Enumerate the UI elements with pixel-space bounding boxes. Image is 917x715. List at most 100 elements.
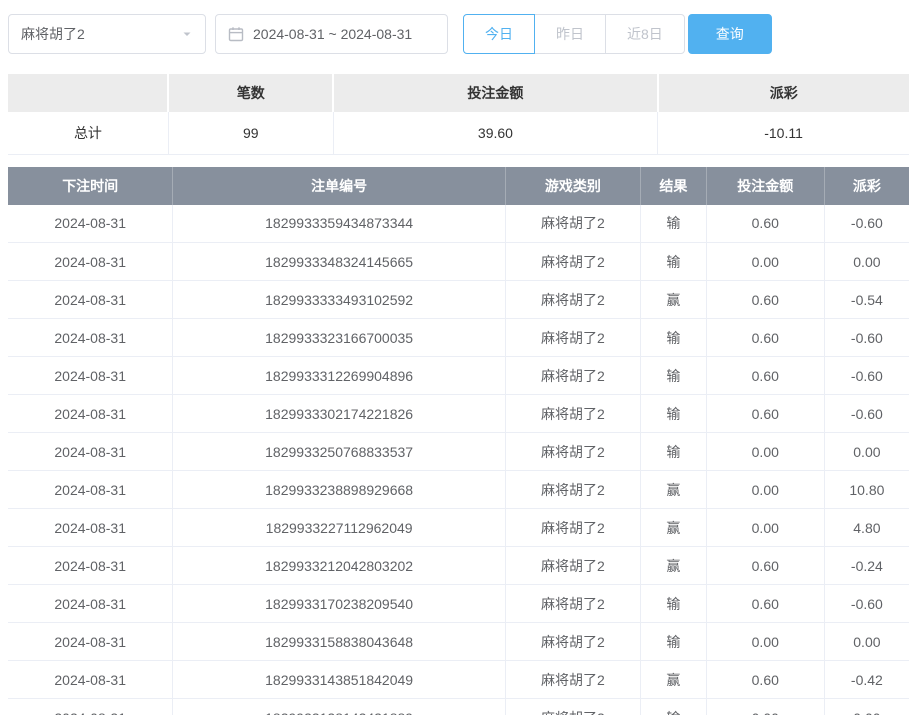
table-row: 2024-08-311829933143851842049麻将胡了2赢0.60-… [8, 661, 909, 699]
result-cell: 输 [641, 699, 707, 715]
summary-total-count: 99 [168, 112, 333, 154]
bet-id-cell: 1829933212042803202 [173, 547, 505, 585]
summary-table: 笔数 投注金额 派彩 总计 99 39.60 -10.11 [8, 74, 909, 155]
bet-amount-cell: 0.00 [706, 509, 824, 547]
summary-total-bet-amount: 39.60 [333, 112, 657, 154]
bet-time-cell: 2024-08-31 [8, 281, 173, 319]
summary-total-label: 总计 [8, 112, 168, 154]
bet-time-cell: 2024-08-31 [8, 395, 173, 433]
bet-time-cell: 2024-08-31 [8, 433, 173, 471]
payout-cell: 0.00 [824, 699, 909, 715]
payout-cell: -0.60 [824, 395, 909, 433]
table-row: 2024-08-311829933158838043648麻将胡了2输0.000… [8, 623, 909, 661]
payout-cell: 0.00 [824, 623, 909, 661]
bet-id-cell: 1829933312269904896 [173, 357, 505, 395]
table-row: 2024-08-311829933238898929668麻将胡了2赢0.001… [8, 471, 909, 509]
game-type-cell: 麻将胡了2 [505, 281, 640, 319]
date-range-picker[interactable]: 2024-08-31 ~ 2024-08-31 [215, 14, 448, 54]
summary-header-row: 笔数 投注金额 派彩 [8, 74, 909, 112]
bet-id-cell: 1829933250768833537 [173, 433, 505, 471]
records-table-body: 2024-08-311829933359434873344麻将胡了2输0.60-… [8, 205, 909, 715]
game-type-cell: 麻将胡了2 [505, 509, 640, 547]
game-type-cell: 麻将胡了2 [505, 623, 640, 661]
result-cell: 输 [641, 585, 707, 623]
game-type-cell: 麻将胡了2 [505, 585, 640, 623]
bet-amount-cell: 0.60 [706, 395, 824, 433]
summary-header-bet-amount: 投注金额 [333, 74, 657, 112]
bet-amount-cell: 0.60 [706, 661, 824, 699]
bet-amount-cell: 0.00 [706, 433, 824, 471]
records-header-bet-time: 下注时间 [8, 167, 173, 205]
game-type-cell: 麻将胡了2 [505, 319, 640, 357]
payout-cell: -0.60 [824, 205, 909, 243]
payout-cell: 4.80 [824, 509, 909, 547]
table-row: 2024-08-311829933250768833537麻将胡了2输0.000… [8, 433, 909, 471]
bet-amount-cell: 0.00 [706, 243, 824, 281]
bet-amount-cell: 0.60 [706, 319, 824, 357]
game-type-cell: 麻将胡了2 [505, 243, 640, 281]
payout-cell: 0.00 [824, 433, 909, 471]
result-cell: 输 [641, 357, 707, 395]
table-row: 2024-08-311829933348324145665麻将胡了2输0.000… [8, 243, 909, 281]
bet-amount-cell: 0.00 [706, 471, 824, 509]
payout-cell: -0.54 [824, 281, 909, 319]
result-cell: 输 [641, 395, 707, 433]
game-type-cell: 麻将胡了2 [505, 471, 640, 509]
bet-time-cell: 2024-08-31 [8, 509, 173, 547]
bet-id-cell: 1829933323166700035 [173, 319, 505, 357]
calendar-icon [228, 26, 244, 42]
bet-id-cell: 1829933238898929668 [173, 471, 505, 509]
result-cell: 输 [641, 205, 707, 243]
table-row: 2024-08-311829933128142421889麻将胡了2输0.000… [8, 699, 909, 715]
quick-range-button-group: 今日 昨日 近8日 [463, 14, 685, 54]
bet-amount-cell: 0.60 [706, 357, 824, 395]
payout-cell: 0.00 [824, 243, 909, 281]
bet-amount-cell: 0.00 [706, 623, 824, 661]
bet-id-cell: 1829933227112962049 [173, 509, 505, 547]
game-select[interactable]: 麻将胡了2 [8, 14, 206, 54]
last-8-days-button[interactable]: 近8日 [605, 14, 685, 54]
bet-id-cell: 1829933359434873344 [173, 205, 505, 243]
bet-time-cell: 2024-08-31 [8, 661, 173, 699]
bet-amount-cell: 0.60 [706, 547, 824, 585]
summary-total-row: 总计 99 39.60 -10.11 [8, 112, 909, 154]
game-type-cell: 麻将胡了2 [505, 699, 640, 715]
date-range-value: 2024-08-31 ~ 2024-08-31 [253, 26, 412, 42]
game-type-cell: 麻将胡了2 [505, 661, 640, 699]
game-type-cell: 麻将胡了2 [505, 395, 640, 433]
betting-records-page: 麻将胡了2 2024-08-31 ~ 2024-08-31 今日 昨日 近8日 … [0, 0, 917, 715]
bet-time-cell: 2024-08-31 [8, 319, 173, 357]
game-type-cell: 麻将胡了2 [505, 357, 640, 395]
records-header-result: 结果 [641, 167, 707, 205]
table-row: 2024-08-311829933227112962049麻将胡了2赢0.004… [8, 509, 909, 547]
toolbar: 麻将胡了2 2024-08-31 ~ 2024-08-31 今日 昨日 近8日 … [0, 0, 917, 54]
bet-time-cell: 2024-08-31 [8, 623, 173, 661]
bet-id-cell: 1829933128142421889 [173, 699, 505, 715]
bet-time-cell: 2024-08-31 [8, 205, 173, 243]
yesterday-button[interactable]: 昨日 [534, 14, 606, 54]
result-cell: 赢 [641, 547, 707, 585]
table-row: 2024-08-311829933359434873344麻将胡了2输0.60-… [8, 205, 909, 243]
summary-header-count: 笔数 [168, 74, 333, 112]
bet-id-cell: 1829933333493102592 [173, 281, 505, 319]
records-header-row: 下注时间 注单编号 游戏类别 结果 投注金额 派彩 [8, 167, 909, 205]
records-table: 下注时间 注单编号 游戏类别 结果 投注金额 派彩 2024-08-311829… [8, 167, 909, 715]
records-header-payout: 派彩 [824, 167, 909, 205]
summary-header-payout: 派彩 [658, 74, 909, 112]
bet-time-cell: 2024-08-31 [8, 699, 173, 715]
bet-id-cell: 1829933348324145665 [173, 243, 505, 281]
result-cell: 输 [641, 243, 707, 281]
result-cell: 输 [641, 623, 707, 661]
bet-amount-cell: 0.60 [706, 281, 824, 319]
chevron-down-icon [181, 28, 193, 40]
today-button[interactable]: 今日 [463, 14, 535, 54]
bet-time-cell: 2024-08-31 [8, 585, 173, 623]
game-select-value: 麻将胡了2 [21, 24, 85, 44]
query-button[interactable]: 查询 [688, 14, 772, 54]
payout-cell: -0.24 [824, 547, 909, 585]
payout-cell: -0.60 [824, 585, 909, 623]
payout-cell: -0.60 [824, 357, 909, 395]
records-header-bet-amount: 投注金额 [706, 167, 824, 205]
bet-time-cell: 2024-08-31 [8, 471, 173, 509]
result-cell: 赢 [641, 281, 707, 319]
